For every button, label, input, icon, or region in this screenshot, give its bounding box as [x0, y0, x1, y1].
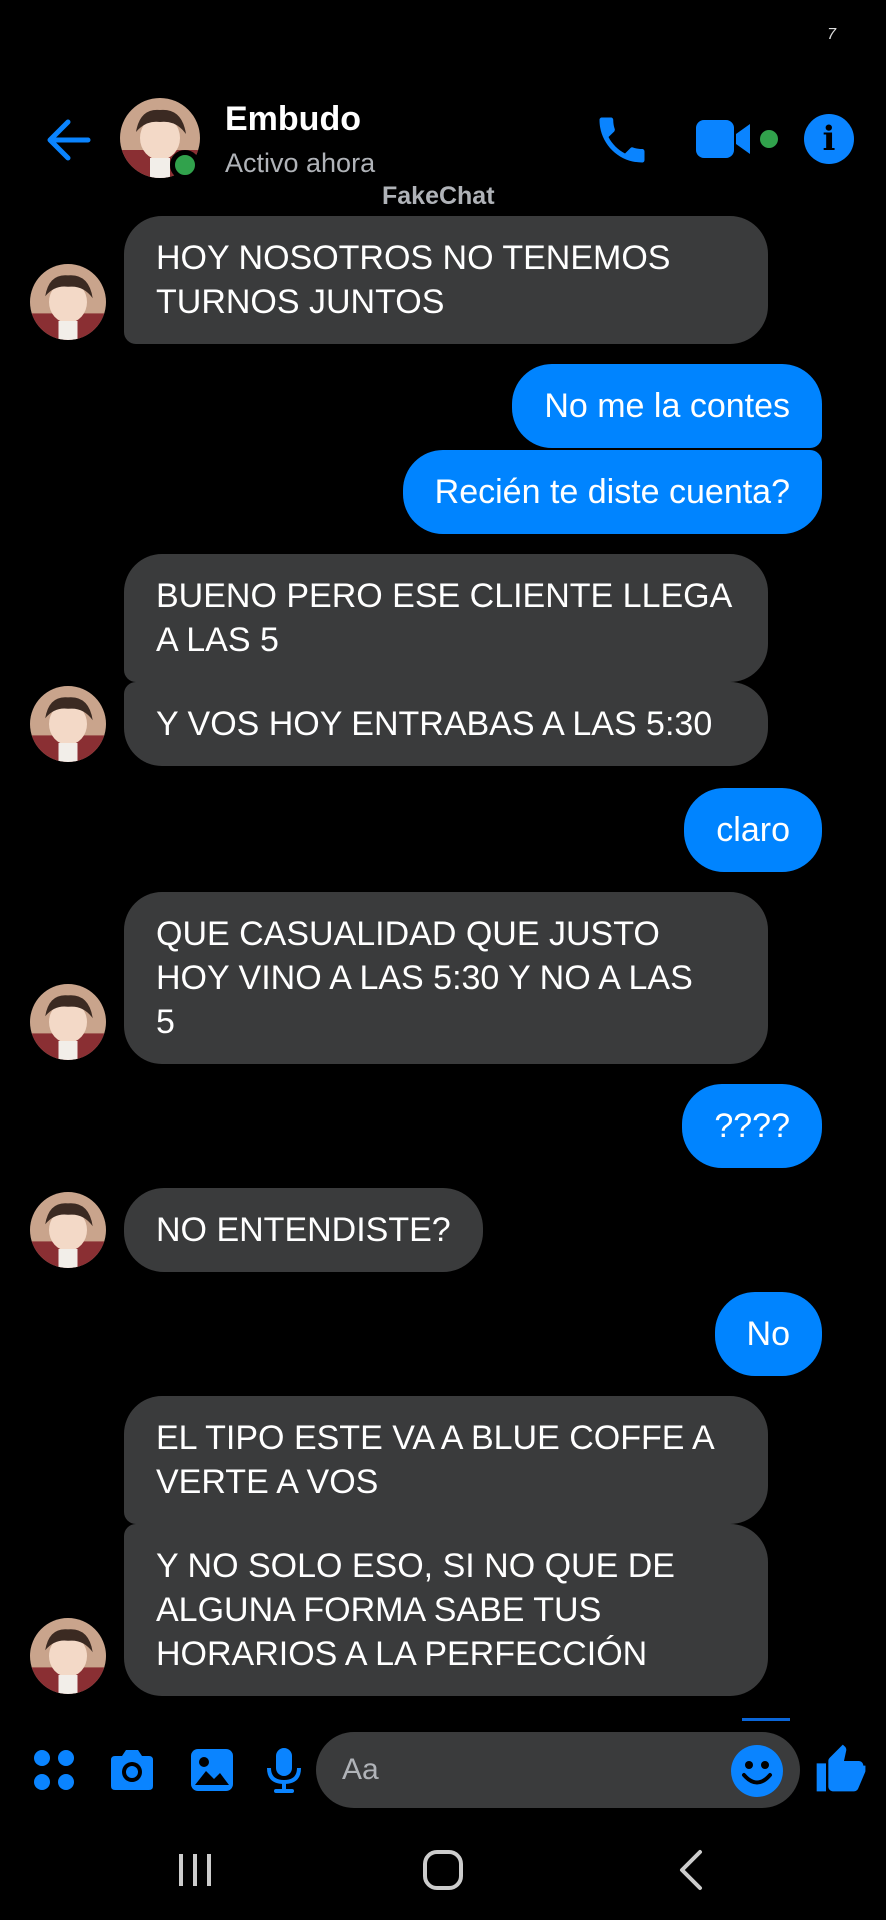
message-sent[interactable]: Recién te diste cuenta?	[402, 450, 822, 534]
message-sent[interactable]: No me la contes	[512, 364, 822, 448]
contact-avatar-small[interactable]	[30, 264, 106, 340]
message-received[interactable]: QUE CASUALIDAD QUE JUSTO HOY VINO A LAS …	[124, 892, 768, 1064]
contact-name[interactable]: Embudo	[225, 100, 361, 139]
contact-avatar-small[interactable]	[30, 686, 106, 762]
status-indicator: 7	[827, 26, 836, 43]
message-received[interactable]: HOY NOSOTROS NO TENEMOS TURNOS JUNTOS	[124, 216, 768, 344]
online-status-dot	[170, 150, 200, 180]
video-online-dot	[760, 130, 778, 148]
typing-indicator-line	[742, 1718, 790, 1721]
back-icon[interactable]	[656, 1840, 726, 1900]
info-icon[interactable]: i	[804, 114, 854, 164]
back-arrow-icon[interactable]	[40, 112, 96, 168]
message-received[interactable]: NO ENTENDISTE?	[124, 1188, 483, 1272]
message-received[interactable]: Y VOS HOY ENTRABAS A LAS 5:30	[124, 682, 768, 766]
message-composer	[0, 1724, 886, 1814]
message-received[interactable]: EL TIPO ESTE VA A BLUE COFFE A VERTE A V…	[124, 1396, 768, 1524]
emoji-icon[interactable]	[730, 1744, 784, 1798]
phone-icon[interactable]	[592, 110, 652, 170]
message-received[interactable]: BUENO PERO ESE CLIENTE LLEGA A LAS 5	[124, 554, 768, 682]
watermark-label: FakeChat	[382, 182, 495, 210]
message-input[interactable]	[316, 1732, 800, 1808]
recent-apps-icon[interactable]	[160, 1840, 230, 1900]
camera-icon[interactable]	[104, 1742, 160, 1798]
gallery-icon[interactable]	[184, 1742, 240, 1798]
chat-header: Embudo Activo ahora FakeChat i	[0, 92, 886, 210]
apps-grid-icon[interactable]	[26, 1742, 82, 1798]
system-navigation-bar	[0, 1830, 886, 1910]
contact-status: Activo ahora	[225, 148, 376, 178]
message-sent[interactable]: claro	[684, 788, 822, 872]
microphone-icon[interactable]	[256, 1742, 312, 1798]
message-sent[interactable]: No	[714, 1292, 822, 1376]
contact-avatar-small[interactable]	[30, 1192, 106, 1268]
message-sent[interactable]: ????	[682, 1084, 822, 1168]
home-icon[interactable]	[408, 1840, 478, 1900]
message-received[interactable]: Y NO SOLO ESO, SI NO QUE DE ALGUNA FORMA…	[124, 1524, 768, 1696]
contact-avatar-small[interactable]	[30, 1618, 106, 1694]
thumbs-up-icon[interactable]	[812, 1740, 872, 1800]
contact-avatar-small[interactable]	[30, 984, 106, 1060]
video-camera-icon[interactable]	[694, 114, 754, 164]
